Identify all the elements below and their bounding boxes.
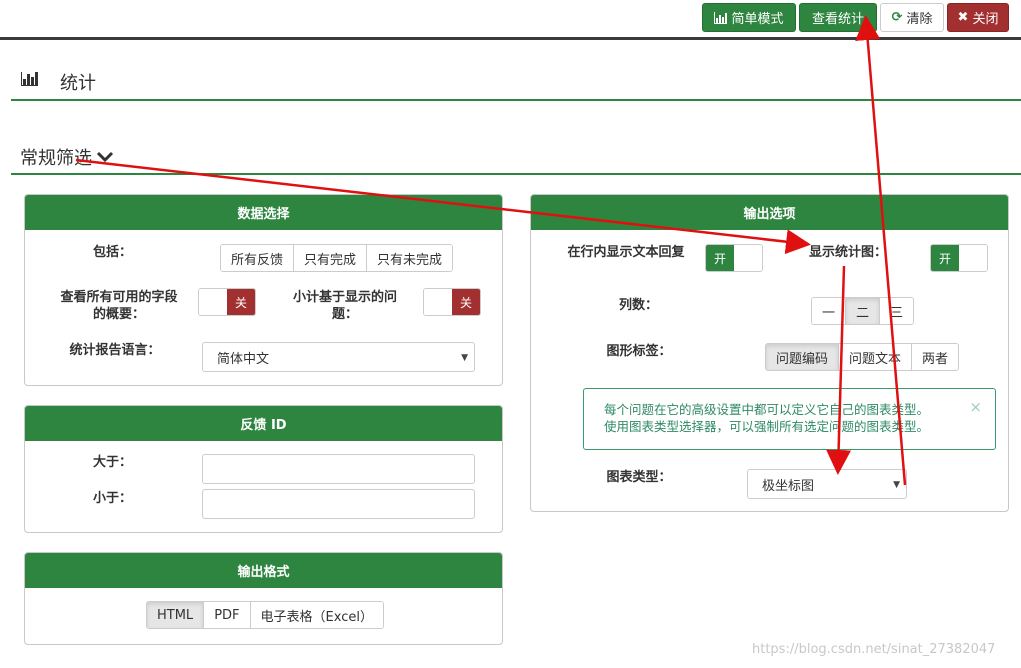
watermark: https://blog.csdn.net/sinat_27382047 bbox=[752, 642, 996, 657]
arrow-graph-to-chart-type bbox=[826, 265, 852, 475]
arrow-chart-type-to-view-stats bbox=[855, 15, 907, 486]
annotation-arrows bbox=[75, 15, 907, 486]
arrow-filter-to-graph bbox=[75, 158, 811, 255]
